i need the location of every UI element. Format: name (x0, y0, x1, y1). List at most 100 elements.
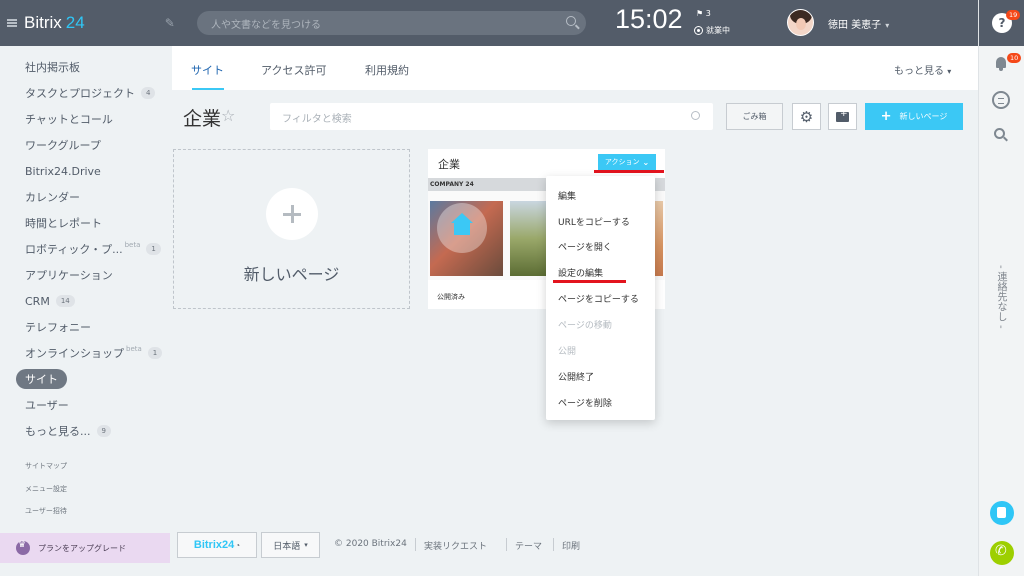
print-link[interactable]: 印刷 (562, 539, 580, 552)
new-page-button[interactable]: + 新しいページ (865, 103, 963, 130)
actions-button[interactable]: アクション ⌄ (598, 154, 656, 170)
settings-button[interactable]: ⚙ (792, 103, 821, 130)
phone-icon[interactable] (990, 541, 1014, 565)
filter-placeholder: フィルタと検索 (282, 114, 352, 125)
document-icon[interactable] (990, 501, 1014, 525)
tab-terms[interactable]: 利用規約 (365, 62, 409, 78)
add-page-tile[interactable]: 新しいページ (173, 149, 410, 309)
filter-search-input[interactable]: フィルタと検索 (270, 103, 713, 130)
active-tab-indicator (192, 88, 224, 90)
page-title: 企業 (183, 109, 222, 130)
flag-counter[interactable]: ⚑ 3 (696, 9, 711, 18)
sidebar-item-more[interactable]: もっと見る... 9 (0, 418, 172, 444)
page-card-name: 企業 (438, 158, 460, 171)
tab-bar: サイト アクセス許可 利用規約 (172, 46, 978, 90)
chat-icon[interactable] (992, 91, 1010, 109)
search-placeholder: 人や文書などを見つける (211, 19, 321, 31)
search-input[interactable]: 人や文書などを見つける (197, 11, 586, 35)
sidebar-item-label: テレフォニー (25, 321, 91, 334)
sidebar-item-label: 時間とレポート (25, 217, 102, 230)
sidebar-item-chat[interactable]: チャットとコール (0, 106, 172, 132)
invite-users-link[interactable]: ユーザー招待 (25, 506, 67, 516)
sidebar-item-drive[interactable]: Bitrix24.Drive (0, 158, 172, 184)
sidebar-item-time-reports[interactable]: 時間とレポート (0, 210, 172, 236)
menu-icon[interactable] (7, 19, 17, 27)
search-icon[interactable] (994, 128, 1005, 139)
sitemap-link[interactable]: サイトマップ (25, 461, 67, 471)
new-folder-button[interactable] (828, 103, 857, 130)
search-icon[interactable] (566, 16, 576, 26)
actions-label: アクション (604, 158, 640, 166)
sidebar-item-label: もっと見る... (25, 425, 91, 438)
flag-count: 3 (705, 9, 711, 18)
menu-item-open-page[interactable]: ページを開く (558, 240, 612, 253)
star-icon[interactable]: ☆ (221, 106, 235, 125)
red-annotation-underline (594, 170, 664, 173)
crown-icon (16, 540, 30, 555)
language-select[interactable]: 日本語 ▾ (261, 532, 320, 558)
sidebar-item-label: アプリケーション (25, 269, 113, 282)
logo[interactable]: Bitrix 24 (24, 13, 85, 33)
pencil-icon[interactable]: ✎ (165, 16, 175, 30)
more-label: もっと見る (894, 66, 944, 77)
actions-dropdown: 編集 URLをコピーする ページを開く 設定の編集 ページをコピーする ページの… (546, 176, 655, 420)
sidebar-item-label: チャットとコール (25, 113, 113, 126)
work-status[interactable]: 就業中 (694, 25, 730, 36)
tab-access[interactable]: アクセス許可 (261, 62, 326, 78)
menu-item-delete-page[interactable]: ページを削除 (558, 396, 612, 409)
bitrix24-label: Bitrix24 (193, 539, 235, 551)
sidebar-item-label: ワークグループ (25, 139, 101, 152)
bell-icon[interactable] (994, 57, 1008, 71)
language-label: 日本語 (273, 541, 301, 552)
more-menu[interactable]: もっと見る ▾ (894, 62, 951, 77)
chevron-down-icon: ▾ (947, 67, 952, 76)
menu-item-unpublish[interactable]: 公開終了 (558, 370, 594, 383)
sidebar-item-online-shop[interactable]: オンラインショップ beta 1 (0, 340, 172, 366)
search-icon[interactable] (691, 111, 700, 120)
implementation-request-link[interactable]: 実装リクエスト (424, 539, 487, 552)
contacts-empty-text: - 連絡先なし - (995, 265, 1006, 329)
divider (415, 538, 416, 551)
clock-icon: ◔ (235, 540, 241, 550)
clock[interactable]: 15:02 (615, 4, 683, 35)
gear-icon: ⚙ (799, 107, 814, 126)
tab-site[interactable]: サイト (191, 62, 224, 78)
footer: Bitrix24 ◔ 日本語 ▾ © 2020 Bitrix24 実装リクエスト テ… (172, 532, 978, 558)
chevron-down-icon: ▾ (885, 21, 890, 30)
menu-item-publish: 公開 (558, 347, 577, 357)
menu-item-copy-url[interactable]: URLをコピーする (558, 215, 630, 228)
sidebar-item-telephony[interactable]: テレフォニー (0, 314, 172, 340)
logo-number: 24 (65, 13, 85, 32)
sidebar-menu: 社内掲示板 タスクとプロジェクト 4 チャットとコール ワークグループ Bitri… (0, 54, 172, 444)
folder-add-icon (836, 109, 849, 122)
theme-link[interactable]: テーマ (515, 539, 542, 552)
notification-badge: 10 (1007, 53, 1022, 63)
menu-settings-link[interactable]: メニュー設定 (25, 484, 67, 494)
sidebar-item-label: カレンダー (25, 191, 80, 204)
beta-tag: beta (124, 241, 141, 249)
sidebar-item-applications[interactable]: アプリケーション (0, 262, 172, 288)
user-menu[interactable]: 徳田 美恵子 ▾ (828, 16, 889, 31)
divider (506, 538, 507, 551)
menu-item-edit-settings[interactable]: 設定の編集 (558, 266, 603, 279)
sidebar-item-crm[interactable]: CRM 14 (0, 288, 172, 314)
home-icon (437, 203, 487, 253)
menu-item-edit[interactable]: 編集 (558, 189, 576, 202)
sidebar-item-users[interactable]: ユーザー (0, 392, 172, 418)
menu-item-copy-page[interactable]: ページをコピーする (558, 292, 639, 305)
trash-button[interactable]: ごみ箱 (726, 103, 783, 130)
sidebar-item-tasks[interactable]: タスクとプロジェクト 4 (0, 80, 172, 106)
sidebar-item-calendar[interactable]: カレンダー (0, 184, 172, 210)
work-status-label: 就業中 (706, 26, 730, 35)
bitrix24-button[interactable]: Bitrix24 ◔ (177, 532, 257, 558)
chevron-down-icon: ⌄ (642, 157, 650, 167)
plus-icon: + (880, 109, 892, 124)
sidebar-item-sites[interactable]: サイト (0, 366, 172, 392)
sidebar: 社内掲示板 タスクとプロジェクト 4 チャットとコール ワークグループ Bitri… (0, 46, 172, 576)
avatar[interactable] (787, 9, 814, 36)
sidebar-item-workgroups[interactable]: ワークグループ (0, 132, 172, 158)
sidebar-item-count: 9 (96, 425, 111, 437)
sidebar-item-rpa[interactable]: ロボティック・プ... beta 1 (0, 236, 172, 262)
sidebar-item-feed[interactable]: 社内掲示板 (0, 54, 172, 80)
upgrade-plan-button[interactable]: プランをアップグレード (0, 533, 170, 563)
